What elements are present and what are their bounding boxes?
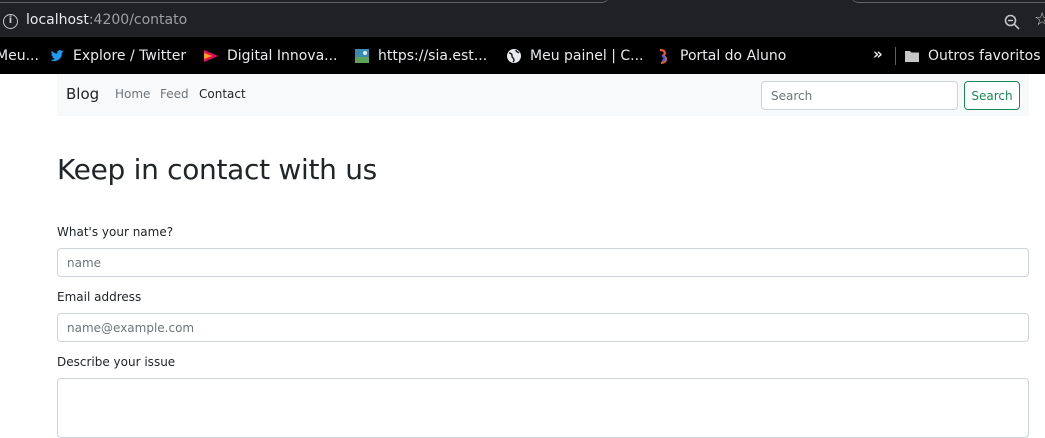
issue-textarea[interactable] bbox=[57, 378, 1029, 438]
search-button[interactable]: Search bbox=[964, 81, 1020, 110]
bookmark-label: Explore / Twitter bbox=[73, 48, 187, 64]
other-favorites-folder[interactable]: Outros favoritos bbox=[904, 46, 1041, 66]
bookmarks-bar: Meu... Explore / Twitter Digital Innova.… bbox=[0, 37, 1045, 74]
bookmark-portal[interactable]: Portal do Aluno bbox=[656, 46, 786, 66]
navbar-brand[interactable]: Blog bbox=[66, 85, 99, 103]
url-host: localhost bbox=[26, 12, 89, 28]
tab-outline-right bbox=[850, 0, 1045, 3]
browser-toolbar: i localhost:4200/contato ☆ bbox=[0, 0, 1045, 37]
folder-icon bbox=[905, 51, 919, 62]
name-label: What's your name? bbox=[57, 225, 174, 239]
bookmark-label: https://sia.est... bbox=[378, 48, 488, 64]
globe-image-icon bbox=[355, 49, 369, 63]
more-bookmarks-button[interactable]: » bbox=[873, 45, 883, 63]
bookmarks-divider bbox=[895, 47, 896, 65]
zoom-icon[interactable] bbox=[1003, 13, 1021, 31]
twitter-icon bbox=[50, 50, 64, 62]
email-label: Email address bbox=[57, 290, 142, 304]
bookmark-label: Digital Innova... bbox=[227, 48, 338, 64]
bookmark-star-icon[interactable]: ☆ bbox=[1034, 11, 1045, 29]
globe-icon bbox=[507, 49, 521, 63]
bookmark-twitter[interactable]: Explore / Twitter bbox=[49, 46, 186, 66]
name-field[interactable] bbox=[57, 248, 1029, 277]
bookmark-label: Portal do Aluno bbox=[680, 48, 787, 64]
nav-link-contact[interactable]: Contact bbox=[199, 87, 246, 101]
nav-link-home[interactable]: Home bbox=[115, 87, 150, 101]
tab-outline bbox=[0, 0, 610, 3]
site-info-icon[interactable]: i bbox=[3, 14, 18, 29]
bookmark-sia[interactable]: https://sia.est... bbox=[354, 46, 487, 66]
address-bar[interactable]: localhost:4200/contato bbox=[26, 12, 187, 28]
dio-icon bbox=[204, 50, 218, 62]
issue-label: Describe your issue bbox=[57, 355, 176, 369]
bookmark-painel[interactable]: Meu painel | C... bbox=[506, 46, 644, 66]
url-path: :4200/contato bbox=[88, 12, 188, 28]
bookmark-label: Meu painel | C... bbox=[530, 48, 644, 64]
bookmark-item[interactable]: Meu... bbox=[0, 46, 39, 66]
other-favorites-label: Outros favoritos bbox=[928, 48, 1041, 64]
bookmark-dio[interactable]: Digital Innova... bbox=[203, 46, 338, 66]
portal-icon bbox=[659, 48, 668, 64]
navbar: Blog Home Feed Contact Search bbox=[57, 74, 1029, 116]
search-input[interactable] bbox=[761, 81, 958, 110]
page-title: Keep in contact with us bbox=[57, 153, 377, 186]
nav-link-feed[interactable]: Feed bbox=[160, 87, 189, 101]
bookmark-label: Meu... bbox=[0, 48, 39, 64]
email-field[interactable] bbox=[57, 313, 1029, 342]
